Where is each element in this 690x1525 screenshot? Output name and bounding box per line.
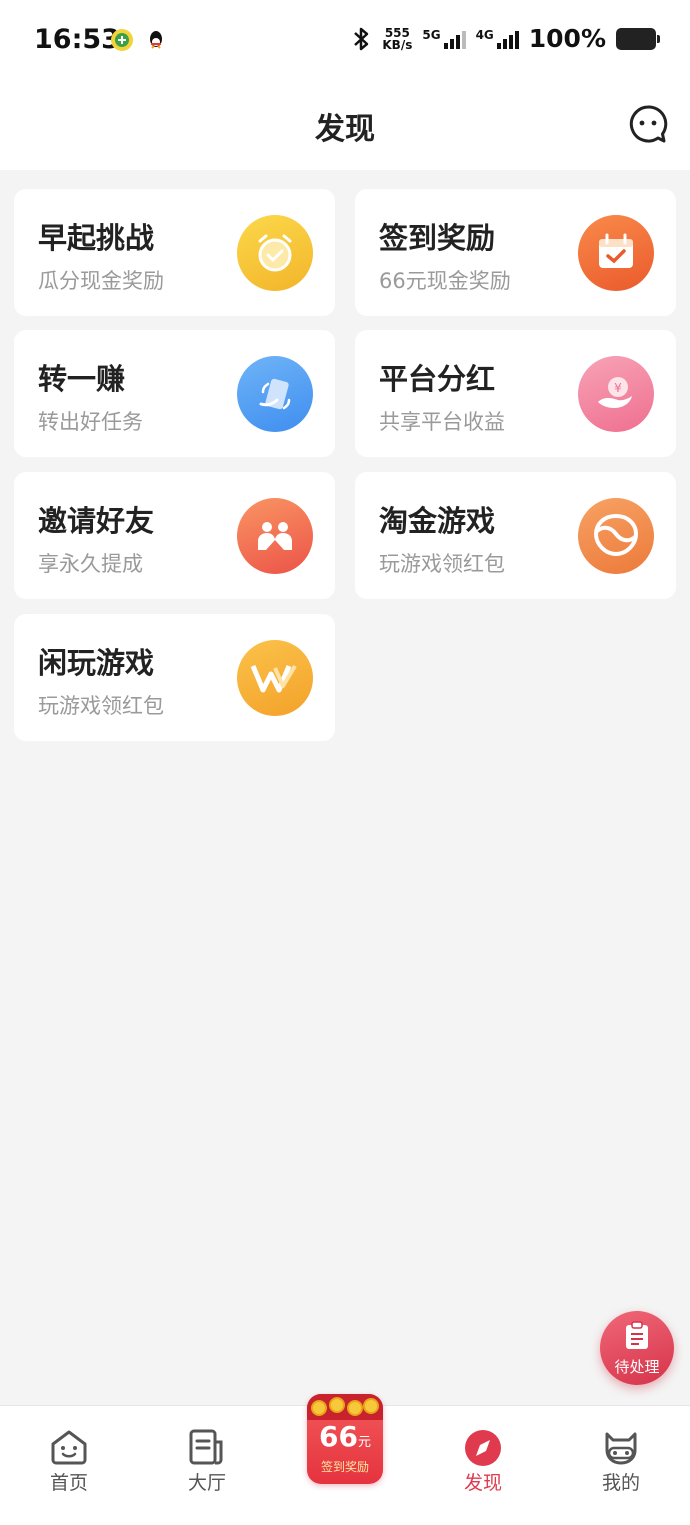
promo-label: 签到奖励 — [320, 1460, 369, 1474]
svg-text:¥: ¥ — [614, 381, 622, 395]
tab-discover[interactable]: 发现 — [414, 1406, 552, 1506]
card-casual-game[interactable]: 闲玩游戏 玩游戏领红包 — [14, 614, 335, 741]
page-title: 发现 — [315, 112, 375, 147]
home-icon — [51, 1430, 87, 1465]
card-title: 签到奖励 — [379, 221, 496, 255]
status-right: 555 KB/s 5G 4G 100% — [350, 24, 660, 53]
card-title: 转一赚 — [38, 362, 126, 396]
status-bar: 16:53 555 KB/s 5G 4G 100% — [0, 0, 690, 84]
card-title: 平台分红 — [379, 362, 496, 396]
tab-mine[interactable]: 我的 — [552, 1406, 690, 1506]
card-gold-game[interactable]: 淘金游戏 玩游戏领红包 — [355, 472, 676, 599]
w-logo-icon — [237, 640, 313, 716]
card-invite-friends[interactable]: 邀请好友 享永久提成 — [14, 472, 335, 599]
tab-label: 发现 — [463, 1472, 502, 1494]
home-indicator-area — [0, 1505, 690, 1525]
card-subtitle: 瓜分现金奖励 — [38, 269, 164, 293]
card-subtitle: 转出好任务 — [38, 410, 143, 434]
two-people-icon — [237, 498, 313, 574]
gold-bag-icon — [578, 498, 654, 574]
tab-home[interactable]: 首页 — [0, 1406, 138, 1506]
phone-share-icon — [237, 356, 313, 432]
chat-bubble-icon[interactable] — [628, 104, 668, 144]
card-title: 闲玩游戏 — [38, 646, 155, 680]
card-checkin[interactable]: 签到奖励 66元现金奖励 — [355, 189, 676, 316]
coins-decoration — [307, 1394, 383, 1420]
signal-4g: 4G — [476, 29, 519, 49]
pending-label: 待处理 — [614, 1358, 660, 1376]
page-header: 发现 — [0, 84, 690, 170]
signal-5g: 5G — [422, 29, 466, 49]
card-title: 淘金游戏 — [379, 504, 496, 538]
tab-label: 首页 — [49, 1472, 88, 1494]
card-title: 邀请好友 — [38, 504, 155, 538]
status-time: 16:53 — [34, 24, 120, 55]
card-early-rise[interactable]: 早起挑战 瓜分现金奖励 — [14, 189, 335, 316]
calendar-check-icon — [578, 215, 654, 291]
notification-icons — [110, 28, 168, 52]
qq-icon — [150, 31, 162, 49]
promo-amount: 66元 — [319, 1420, 371, 1453]
card-title: 早起挑战 — [38, 221, 155, 255]
card-subtitle: 共享平台收益 — [379, 410, 505, 434]
checkin-promo-button[interactable]: 66元 签到奖励 — [307, 1394, 383, 1484]
signal-4g-bars-icon — [496, 29, 519, 49]
pending-button[interactable]: 待处理 — [600, 1311, 674, 1385]
cat-face-icon — [605, 1432, 637, 1465]
card-share-earn[interactable]: 转一赚 转出好任务 — [14, 330, 335, 457]
card-subtitle: 66元现金奖励 — [379, 269, 511, 293]
document-icon — [189, 1429, 223, 1465]
battery-percent: 100% — [528, 24, 606, 53]
card-subtitle: 玩游戏领红包 — [38, 694, 164, 718]
compass-icon — [465, 1430, 501, 1466]
card-subtitle: 享永久提成 — [38, 552, 143, 576]
tab-label: 我的 — [601, 1472, 640, 1494]
bluetooth-icon — [354, 27, 369, 50]
app-notification-icon — [111, 29, 133, 51]
card-subtitle: 玩游戏领红包 — [379, 552, 505, 576]
alarm-clock-icon — [237, 215, 313, 291]
hand-coin-icon: ¥ — [578, 356, 654, 432]
card-platform-dividend[interactable]: 平台分红 共享平台收益 ¥ — [355, 330, 676, 457]
tab-hall[interactable]: 大厅 — [138, 1406, 276, 1506]
clipboard-icon — [626, 1321, 648, 1349]
tab-label: 大厅 — [187, 1472, 226, 1494]
signal-5g-bars-icon — [443, 29, 466, 49]
network-speed: 555 KB/s — [382, 25, 413, 52]
battery-icon — [616, 27, 660, 50]
